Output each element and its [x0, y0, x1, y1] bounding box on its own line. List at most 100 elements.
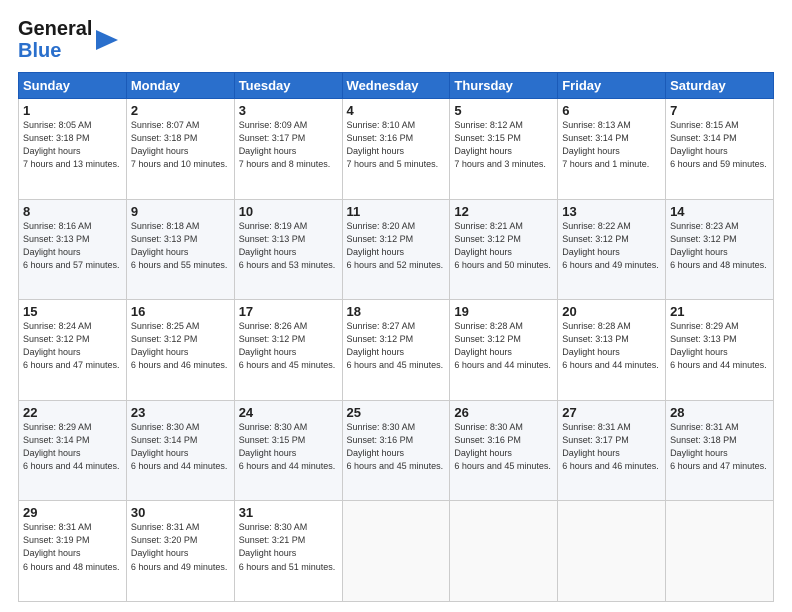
day-cell: 19 Sunrise: 8:28 AM Sunset: 3:12 PM Dayl… — [450, 300, 558, 401]
day-number: 25 — [347, 405, 446, 420]
day-info: Sunrise: 8:07 AM Sunset: 3:18 PM Dayligh… — [131, 119, 230, 171]
day-cell: 8 Sunrise: 8:16 AM Sunset: 3:13 PM Dayli… — [19, 199, 127, 300]
day-info: Sunrise: 8:30 AM Sunset: 3:14 PM Dayligh… — [131, 421, 230, 473]
day-number: 7 — [670, 103, 769, 118]
day-number: 22 — [23, 405, 122, 420]
day-number: 4 — [347, 103, 446, 118]
day-number: 14 — [670, 204, 769, 219]
day-cell: 5 Sunrise: 8:12 AM Sunset: 3:15 PM Dayli… — [450, 99, 558, 200]
day-cell — [342, 501, 450, 602]
day-info: Sunrise: 8:29 AM Sunset: 3:13 PM Dayligh… — [670, 320, 769, 372]
day-cell: 21 Sunrise: 8:29 AM Sunset: 3:13 PM Dayl… — [666, 300, 774, 401]
day-cell: 24 Sunrise: 8:30 AM Sunset: 3:15 PM Dayl… — [234, 400, 342, 501]
day-info: Sunrise: 8:29 AM Sunset: 3:14 PM Dayligh… — [23, 421, 122, 473]
day-number: 2 — [131, 103, 230, 118]
day-number: 12 — [454, 204, 553, 219]
logo-arrow-icon — [96, 26, 118, 54]
day-cell: 29 Sunrise: 8:31 AM Sunset: 3:19 PM Dayl… — [19, 501, 127, 602]
logo: General Blue — [18, 18, 118, 62]
day-cell: 1 Sunrise: 8:05 AM Sunset: 3:18 PM Dayli… — [19, 99, 127, 200]
day-cell: 2 Sunrise: 8:07 AM Sunset: 3:18 PM Dayli… — [126, 99, 234, 200]
day-number: 30 — [131, 505, 230, 520]
day-info: Sunrise: 8:13 AM Sunset: 3:14 PM Dayligh… — [562, 119, 661, 171]
day-info: Sunrise: 8:28 AM Sunset: 3:12 PM Dayligh… — [454, 320, 553, 372]
day-cell: 26 Sunrise: 8:30 AM Sunset: 3:16 PM Dayl… — [450, 400, 558, 501]
day-cell — [450, 501, 558, 602]
day-number: 15 — [23, 304, 122, 319]
day-number: 5 — [454, 103, 553, 118]
day-cell: 3 Sunrise: 8:09 AM Sunset: 3:17 PM Dayli… — [234, 99, 342, 200]
weekday-header-tuesday: Tuesday — [234, 73, 342, 99]
day-info: Sunrise: 8:31 AM Sunset: 3:19 PM Dayligh… — [23, 521, 122, 573]
day-cell: 31 Sunrise: 8:30 AM Sunset: 3:21 PM Dayl… — [234, 501, 342, 602]
day-number: 29 — [23, 505, 122, 520]
day-info: Sunrise: 8:30 AM Sunset: 3:21 PM Dayligh… — [239, 521, 338, 573]
weekday-header-monday: Monday — [126, 73, 234, 99]
weekday-header-thursday: Thursday — [450, 73, 558, 99]
week-row-4: 22 Sunrise: 8:29 AM Sunset: 3:14 PM Dayl… — [19, 400, 774, 501]
day-number: 28 — [670, 405, 769, 420]
day-cell: 22 Sunrise: 8:29 AM Sunset: 3:14 PM Dayl… — [19, 400, 127, 501]
week-row-1: 1 Sunrise: 8:05 AM Sunset: 3:18 PM Dayli… — [19, 99, 774, 200]
calendar-table: SundayMondayTuesdayWednesdayThursdayFrid… — [18, 72, 774, 602]
day-number: 16 — [131, 304, 230, 319]
day-info: Sunrise: 8:18 AM Sunset: 3:13 PM Dayligh… — [131, 220, 230, 272]
day-info: Sunrise: 8:15 AM Sunset: 3:14 PM Dayligh… — [670, 119, 769, 171]
day-cell: 7 Sunrise: 8:15 AM Sunset: 3:14 PM Dayli… — [666, 99, 774, 200]
day-info: Sunrise: 8:22 AM Sunset: 3:12 PM Dayligh… — [562, 220, 661, 272]
day-cell: 16 Sunrise: 8:25 AM Sunset: 3:12 PM Dayl… — [126, 300, 234, 401]
day-info: Sunrise: 8:31 AM Sunset: 3:20 PM Dayligh… — [131, 521, 230, 573]
day-cell: 25 Sunrise: 8:30 AM Sunset: 3:16 PM Dayl… — [342, 400, 450, 501]
day-number: 1 — [23, 103, 122, 118]
day-info: Sunrise: 8:31 AM Sunset: 3:18 PM Dayligh… — [670, 421, 769, 473]
day-info: Sunrise: 8:28 AM Sunset: 3:13 PM Dayligh… — [562, 320, 661, 372]
day-number: 3 — [239, 103, 338, 118]
day-number: 19 — [454, 304, 553, 319]
day-cell: 14 Sunrise: 8:23 AM Sunset: 3:12 PM Dayl… — [666, 199, 774, 300]
day-info: Sunrise: 8:12 AM Sunset: 3:15 PM Dayligh… — [454, 119, 553, 171]
week-row-2: 8 Sunrise: 8:16 AM Sunset: 3:13 PM Dayli… — [19, 199, 774, 300]
day-number: 20 — [562, 304, 661, 319]
day-info: Sunrise: 8:31 AM Sunset: 3:17 PM Dayligh… — [562, 421, 661, 473]
weekday-header-row: SundayMondayTuesdayWednesdayThursdayFrid… — [19, 73, 774, 99]
day-number: 26 — [454, 405, 553, 420]
day-info: Sunrise: 8:27 AM Sunset: 3:12 PM Dayligh… — [347, 320, 446, 372]
day-info: Sunrise: 8:09 AM Sunset: 3:17 PM Dayligh… — [239, 119, 338, 171]
day-cell: 11 Sunrise: 8:20 AM Sunset: 3:12 PM Dayl… — [342, 199, 450, 300]
page: General Blue SundayMondayTuesdayWednesda… — [0, 0, 792, 612]
day-info: Sunrise: 8:16 AM Sunset: 3:13 PM Dayligh… — [23, 220, 122, 272]
day-cell: 18 Sunrise: 8:27 AM Sunset: 3:12 PM Dayl… — [342, 300, 450, 401]
day-cell — [558, 501, 666, 602]
day-number: 31 — [239, 505, 338, 520]
day-number: 9 — [131, 204, 230, 219]
day-info: Sunrise: 8:26 AM Sunset: 3:12 PM Dayligh… — [239, 320, 338, 372]
weekday-header-saturday: Saturday — [666, 73, 774, 99]
day-info: Sunrise: 8:05 AM Sunset: 3:18 PM Dayligh… — [23, 119, 122, 171]
day-info: Sunrise: 8:10 AM Sunset: 3:16 PM Dayligh… — [347, 119, 446, 171]
day-cell: 4 Sunrise: 8:10 AM Sunset: 3:16 PM Dayli… — [342, 99, 450, 200]
day-cell — [666, 501, 774, 602]
weekday-header-wednesday: Wednesday — [342, 73, 450, 99]
logo-blue: Blue — [18, 40, 92, 62]
day-info: Sunrise: 8:25 AM Sunset: 3:12 PM Dayligh… — [131, 320, 230, 372]
day-info: Sunrise: 8:24 AM Sunset: 3:12 PM Dayligh… — [23, 320, 122, 372]
day-number: 17 — [239, 304, 338, 319]
day-number: 8 — [23, 204, 122, 219]
day-cell: 13 Sunrise: 8:22 AM Sunset: 3:12 PM Dayl… — [558, 199, 666, 300]
day-info: Sunrise: 8:30 AM Sunset: 3:15 PM Dayligh… — [239, 421, 338, 473]
day-cell: 17 Sunrise: 8:26 AM Sunset: 3:12 PM Dayl… — [234, 300, 342, 401]
day-info: Sunrise: 8:21 AM Sunset: 3:12 PM Dayligh… — [454, 220, 553, 272]
day-number: 10 — [239, 204, 338, 219]
day-info: Sunrise: 8:30 AM Sunset: 3:16 PM Dayligh… — [347, 421, 446, 473]
day-number: 21 — [670, 304, 769, 319]
day-cell: 15 Sunrise: 8:24 AM Sunset: 3:12 PM Dayl… — [19, 300, 127, 401]
day-number: 13 — [562, 204, 661, 219]
weekday-header-sunday: Sunday — [19, 73, 127, 99]
day-cell: 20 Sunrise: 8:28 AM Sunset: 3:13 PM Dayl… — [558, 300, 666, 401]
day-cell: 23 Sunrise: 8:30 AM Sunset: 3:14 PM Dayl… — [126, 400, 234, 501]
logo-general: General — [18, 18, 92, 40]
day-number: 18 — [347, 304, 446, 319]
day-cell: 9 Sunrise: 8:18 AM Sunset: 3:13 PM Dayli… — [126, 199, 234, 300]
day-cell: 28 Sunrise: 8:31 AM Sunset: 3:18 PM Dayl… — [666, 400, 774, 501]
day-cell: 30 Sunrise: 8:31 AM Sunset: 3:20 PM Dayl… — [126, 501, 234, 602]
